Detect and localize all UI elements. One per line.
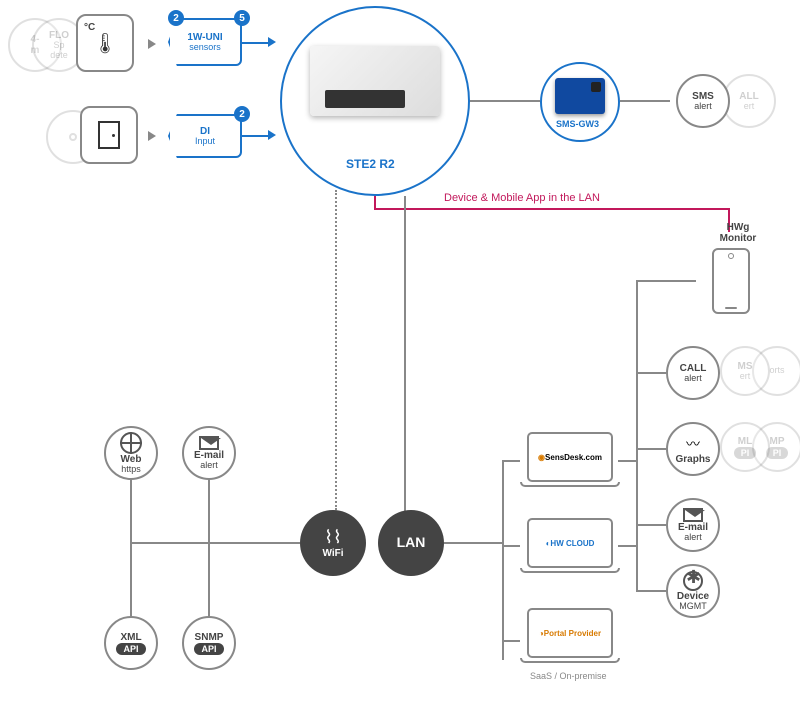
web-icon: Webhttps <box>104 426 158 480</box>
connector-line <box>636 280 696 282</box>
hwg-monitor-label: HWg Monitor <box>713 222 763 244</box>
ste2-label: STE2 R2 <box>346 158 395 171</box>
temp-sensor-icon: 🌡 °C <box>76 14 134 72</box>
thermometer-icon: 🌡 <box>92 31 117 56</box>
onewire-count-a-badge: 2 <box>168 10 184 26</box>
connector-line <box>636 524 666 526</box>
di-sublabel: Input <box>195 137 215 147</box>
lan-label: LAN <box>397 535 426 550</box>
connector-line <box>618 545 636 547</box>
connector-line <box>242 135 270 137</box>
sms-label: SMS-GW3 <box>556 120 599 130</box>
wifi-node: ⌇⌇ WiFi <box>300 510 366 576</box>
portal-laptop: ◑ Portal Provider <box>520 608 620 668</box>
sms-device-image <box>555 78 605 114</box>
ms-alert-icon: MSert <box>720 346 770 396</box>
connector-line <box>636 280 638 590</box>
arrow-icon <box>148 39 156 49</box>
connector-line <box>502 640 520 642</box>
arrow-icon <box>268 130 276 140</box>
di-count-badge: 2 <box>234 106 250 122</box>
connector-line <box>636 448 666 450</box>
xml-api-icon: XMLAPI <box>104 616 158 670</box>
connector-line <box>242 42 270 44</box>
door-icon <box>98 121 120 149</box>
connector-line <box>130 542 300 544</box>
saas-caption: SaaS / On-premise <box>530 672 607 682</box>
device-mgmt-icon: DeviceMGMT <box>666 564 720 618</box>
connector-line <box>502 460 520 462</box>
graphs-icon: 〰Graphs <box>666 422 720 476</box>
onewire-count-b-badge: 5 <box>234 10 250 26</box>
connector-line <box>470 100 540 102</box>
door-sensor-icon <box>80 106 138 164</box>
hwcloud-label: HW CLOUD <box>550 539 594 548</box>
connector-line <box>404 196 406 516</box>
mail-icon <box>683 508 703 522</box>
hwcloud-laptop: ◐ HW CLOUD <box>520 518 620 578</box>
sensdesk-label: SensDesk.com <box>545 453 602 462</box>
lan-node: LAN <box>378 510 444 576</box>
connector-line <box>618 460 636 462</box>
ste2-device-image <box>310 46 440 116</box>
di-label: DI <box>200 126 210 137</box>
arrow-icon <box>148 131 156 141</box>
onewire-sublabel: sensors <box>189 43 221 53</box>
call-alert-icon: CALLalert <box>666 346 720 400</box>
email-alert-icon: E-mailalert <box>666 498 720 552</box>
connector-line <box>620 100 670 102</box>
red-note-label: Device & Mobile App in the LAN <box>444 192 600 204</box>
email-left-icon: E-mailalert <box>182 426 236 480</box>
arrow-icon <box>268 37 276 47</box>
ml-api-icon: MLPI <box>720 422 770 472</box>
phone-icon <box>712 248 750 314</box>
snmp-api-icon: SNMPAPI <box>182 616 236 670</box>
sms-alert-icon: SMSalert <box>676 74 730 128</box>
connector-line <box>502 545 520 547</box>
wifi-icon: ⌇⌇ <box>324 527 342 548</box>
di-input-icon: DI Input <box>168 114 242 158</box>
globe-icon <box>120 432 142 454</box>
wifi-label: WiFi <box>322 548 343 559</box>
connector-line <box>502 460 504 660</box>
temp-unit-label: °C <box>84 22 95 33</box>
connector-line <box>636 590 666 592</box>
connector-line <box>130 478 132 628</box>
connector-line <box>208 478 210 628</box>
call-alert-icon: ALLert <box>722 74 776 128</box>
red-lan-line <box>374 208 730 210</box>
mail-icon <box>199 436 219 450</box>
onewire-label: 1W-UNI <box>187 32 222 43</box>
gear-icon <box>683 571 703 591</box>
connector-line <box>636 372 666 374</box>
portal-label: Portal Provider <box>544 629 601 638</box>
sensdesk-laptop: ◉ SensDesk.com <box>520 432 620 492</box>
connector-line <box>444 542 504 544</box>
dotted-wifi-line <box>335 190 337 510</box>
